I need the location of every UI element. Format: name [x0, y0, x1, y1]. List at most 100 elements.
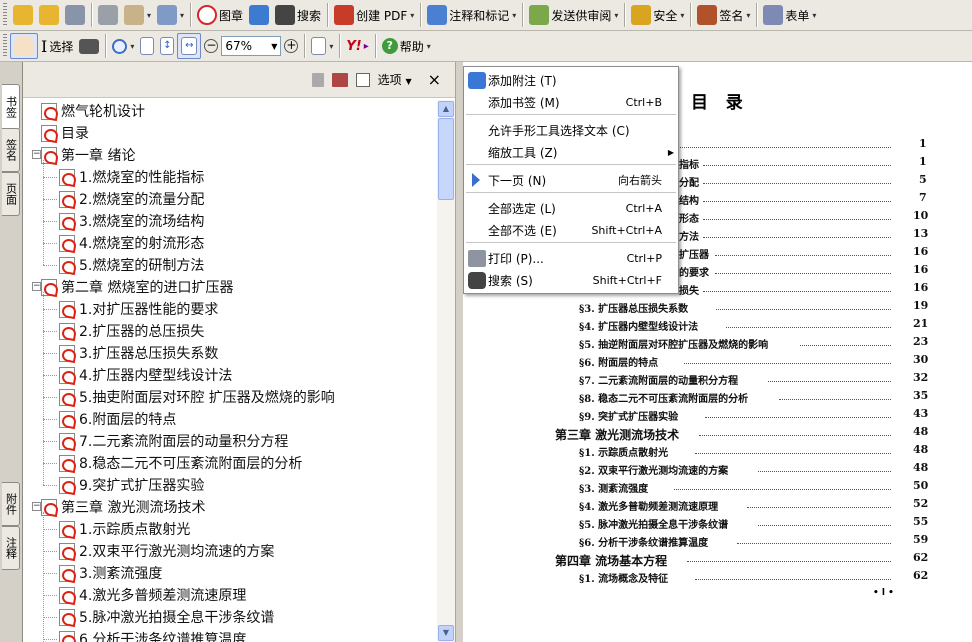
collapse-toggle[interactable]: − — [32, 282, 41, 291]
scroll-up-icon[interactable]: ▲ — [438, 101, 454, 117]
print-button[interactable] — [95, 2, 121, 28]
options-button[interactable]: 选项 ▼ — [378, 71, 412, 88]
side-tab-2[interactable]: 页面 — [2, 172, 20, 216]
trash-icon[interactable] — [311, 72, 324, 87]
menu-item[interactable]: 搜索 (S) Shift+Ctrl+F — [464, 269, 678, 291]
toolbar-separator — [420, 3, 422, 27]
tree-connector — [43, 529, 57, 530]
email-button[interactable]: ▾ — [121, 2, 154, 28]
toc-leader — [715, 309, 891, 310]
minus-circle-icon: − — [204, 38, 219, 53]
zoom-out-button[interactable]: − — [201, 33, 221, 59]
menu-item[interactable]: 添加书签 (M) Ctrl+B — [464, 91, 678, 113]
select-tool-button[interactable]: I 选择 — [38, 33, 76, 59]
pen-button[interactable]: 签名 ▾ — [694, 2, 753, 28]
snapshot-button[interactable] — [76, 33, 102, 59]
page-title: 目 录 — [691, 93, 743, 113]
fit-width-button[interactable]: ↔ — [177, 33, 202, 59]
menu-shortcut: Ctrl+B — [625, 95, 662, 109]
bookmark-item[interactable]: 1.燃烧室的性能指标 — [59, 166, 204, 188]
bookmark-item[interactable]: 7.二元紊流附面层的动量积分方程 — [59, 430, 288, 452]
scroll-down-icon[interactable]: ▼ — [438, 625, 454, 641]
menu-item[interactable]: 缩放工具 (Z) ▶ — [464, 141, 678, 163]
collapse-toggle[interactable]: − — [32, 150, 41, 159]
bookmark-item[interactable]: 2.燃烧室的流量分配 — [59, 188, 204, 210]
toc-entry: 分配 — [679, 178, 699, 189]
book-icon[interactable] — [331, 72, 348, 87]
toolbar-label: 安全 — [653, 8, 678, 23]
side-tab-0[interactable]: 书签 — [2, 84, 20, 130]
rotate-button[interactable]: ▾ — [308, 33, 336, 59]
toolbar-grip[interactable] — [3, 3, 7, 27]
bookmark-item[interactable]: 2.双束平行激光测均流速的方案 — [59, 540, 274, 562]
chevron-down-icon[interactable]: ▼ — [268, 42, 280, 51]
bookmark-item[interactable]: 第三章 激光测流场技术 — [41, 496, 205, 518]
bookmark-item[interactable]: 5.脉冲激光拍摄全息干涉条纹谱 — [59, 606, 274, 628]
form-button[interactable]: 表单 ▾ — [760, 2, 819, 28]
bookmark-item[interactable]: 6.分析干涉条纹谱推算温度 — [59, 628, 246, 642]
help-button[interactable]: ? 帮助 ▾ — [379, 33, 434, 59]
bookmark-item[interactable]: 5.抽吏附面层对环腔 扩压器及燃烧的影响 — [59, 386, 335, 408]
chevron-down-icon: ▾ — [180, 10, 185, 20]
send-review-button[interactable]: 发送供审阅 ▾ — [526, 2, 621, 28]
menu-item[interactable]: 打印 (P)... Ctrl+P — [464, 247, 678, 269]
bookmark-item[interactable]: 3.扩压器总压损失系数 — [59, 342, 218, 364]
bookmark-item[interactable]: 1.对扩压器性能的要求 — [59, 298, 218, 320]
lock-button[interactable]: 安全 ▾ — [628, 2, 687, 28]
zoom-in-tool-button[interactable]: ▾ — [109, 33, 137, 59]
close-icon[interactable]: × — [428, 70, 441, 89]
bookmark-item[interactable]: 4.扩压器内壁型线设计法 — [59, 364, 232, 386]
bookmark-scrollbar[interactable]: ▲ ▼ — [437, 100, 455, 642]
bookmark-item[interactable]: 1.示踪质点散射光 — [59, 518, 190, 540]
menu-item[interactable]: 下一页 (N) 向右箭头 — [464, 169, 678, 191]
pdf-bookmark-icon — [41, 102, 57, 120]
hand-tool-button[interactable] — [10, 33, 38, 59]
bookmark-item[interactable]: 燃气轮机设计 — [41, 100, 145, 122]
create-pdf-button[interactable]: 创建 PDF ▾ — [331, 2, 417, 28]
bookmark-item[interactable]: 3.燃烧室的流场结构 — [59, 210, 204, 232]
bookmark-item[interactable]: 第一章 绪论 — [41, 144, 135, 166]
toolbar-grip[interactable] — [3, 34, 7, 58]
menu-item-label: 打印 (P)... — [488, 251, 544, 266]
binoculars-button[interactable]: 搜索 — [272, 2, 324, 28]
bookmark-item[interactable]: 8.稳态二元不可压紊流附面层的分析 — [59, 452, 302, 474]
panel-splitter[interactable] — [455, 62, 463, 642]
menu-item[interactable]: 允许手形工具选择文本 (C) — [464, 119, 678, 141]
actual-size-button[interactable] — [137, 33, 157, 59]
side-tab-3[interactable]: 附件 — [2, 482, 20, 526]
bookmark-item[interactable]: 4.激光多普频差测流速原理 — [59, 584, 246, 606]
attach-button[interactable]: ▾ — [154, 2, 187, 28]
bookmark-item[interactable]: 6.附面层的特点 — [59, 408, 176, 430]
bookmark-item[interactable]: 5.燃烧室的研制方法 — [59, 254, 204, 276]
bookmark-item[interactable]: 3.测紊流强度 — [59, 562, 162, 584]
globe-button[interactable] — [246, 2, 272, 28]
menu-item[interactable]: 添加附注 (T) — [464, 69, 678, 91]
bookmark-item[interactable]: 4.燃烧室的射流形态 — [59, 232, 204, 254]
yahoo-button[interactable]: Y! ▸ — [343, 33, 371, 59]
toc-entry: 指标 — [679, 160, 699, 171]
fit-page-button[interactable]: ↕ — [157, 33, 177, 59]
open-folder-button[interactable] — [10, 2, 36, 28]
bookmark-item[interactable]: 2.扩压器的总压损失 — [59, 320, 204, 342]
bookmark-item[interactable]: 目录 — [41, 122, 89, 144]
toc-entry: §1. 示踪质点散射光 — [579, 448, 669, 459]
tree-connector — [43, 617, 57, 618]
side-tab-1[interactable]: 签名 — [2, 128, 20, 172]
side-tab-4[interactable]: 注释 — [2, 526, 20, 570]
bookmark-list-icon[interactable] — [355, 72, 370, 87]
menu-item[interactable]: 全部不选 (E) Shift+Ctrl+A — [464, 219, 678, 241]
save-button[interactable] — [62, 2, 88, 28]
comment-button[interactable]: 注释和标记 ▾ — [424, 2, 519, 28]
bookmark-item[interactable]: 9.突扩式扩压器实验 — [59, 474, 204, 496]
menu-item-label: 搜索 (S) — [488, 273, 533, 288]
stamp-button[interactable]: 图章 — [194, 2, 246, 28]
menu-item[interactable]: 全部选定 (L) Ctrl+A — [464, 197, 678, 219]
collapse-toggle[interactable]: − — [32, 502, 41, 511]
scrollbar-thumb[interactable] — [438, 118, 454, 200]
pdf-bookmark-icon — [59, 542, 75, 560]
bookmark-item[interactable]: 第二章 燃烧室的进口扩压器 — [41, 276, 233, 298]
zoom-in-button[interactable]: + — [281, 33, 301, 59]
toc-entry: §3. 测紊流强度 — [579, 484, 649, 495]
zoom-input[interactable]: 67% ▼ — [221, 36, 282, 56]
open-button[interactable] — [36, 2, 62, 28]
